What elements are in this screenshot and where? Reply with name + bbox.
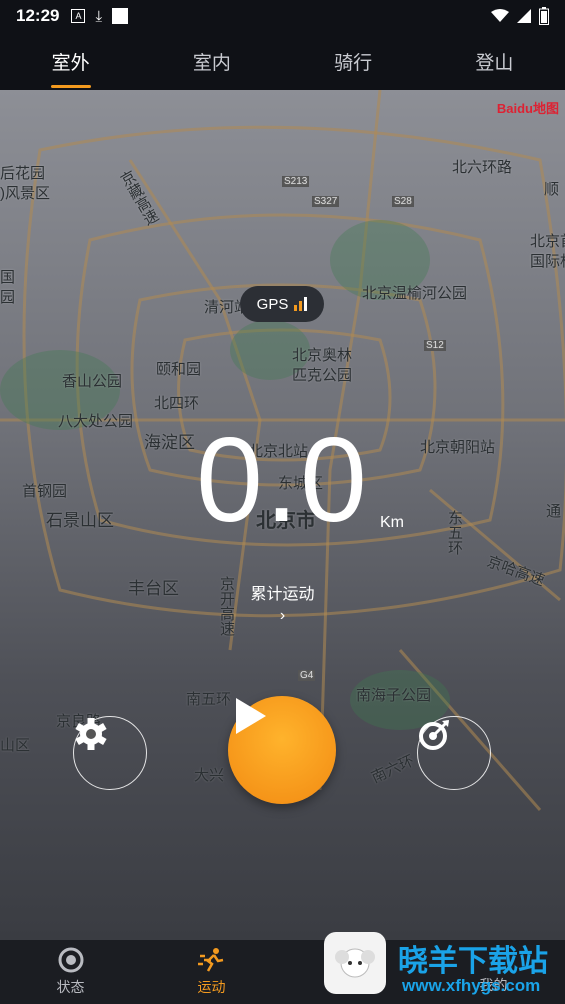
map-label: 北京首 xyxy=(530,233,565,250)
tab-label: 登山 xyxy=(475,52,514,74)
tab-active-indicator xyxy=(50,85,91,88)
nav-label: 状态 xyxy=(56,979,85,995)
status-notifications: A ⤓ xyxy=(71,7,129,25)
status-system-icons xyxy=(491,7,549,25)
watermark: 晓羊下载站 www.xfhygs.com xyxy=(324,930,565,1004)
baidu-map-logo: Baidu地图 xyxy=(496,101,559,116)
map-label: )风景区 xyxy=(0,185,50,202)
status-time: 12:29 xyxy=(16,6,60,25)
signal-icon xyxy=(517,9,531,23)
target-button[interactable] xyxy=(417,716,491,790)
map-label: 北四环 xyxy=(154,395,200,412)
gps-label: GPS xyxy=(256,295,289,313)
watermark-url: www.xfhygs.com xyxy=(402,976,541,995)
nav-sport[interactable]: 运动 xyxy=(141,940,282,1004)
map-label: S327 xyxy=(312,196,340,207)
notification-app-icon: A xyxy=(71,9,86,23)
tab-label: 室外 xyxy=(51,52,90,74)
status-icon xyxy=(58,947,83,973)
square-icon xyxy=(112,8,129,24)
map-label: 后花园 xyxy=(0,165,46,182)
map-label: 大兴 xyxy=(194,767,225,784)
running-icon xyxy=(197,948,223,972)
tab-hiking[interactable]: 登山 xyxy=(424,32,565,90)
map-label: 匹克公园 xyxy=(292,367,353,384)
map-label: 南海子公园 xyxy=(356,687,432,704)
map-label: 国际机 xyxy=(530,253,565,270)
map-label: 顺 xyxy=(544,181,560,198)
map-label: 北京奥林 xyxy=(292,347,353,364)
map-label: 香山公园 xyxy=(62,373,123,390)
wifi-icon xyxy=(491,9,509,22)
gps-signal-icon xyxy=(294,297,308,311)
target-icon xyxy=(419,719,450,750)
gear-icon xyxy=(75,718,107,750)
map-view[interactable]: Baidu地图 后花园 )风景区 北六环路 顺 京藏高速 北京首 国际机 清河站… xyxy=(0,90,565,940)
tab-indoor[interactable]: 室内 xyxy=(141,32,282,90)
tab-cycling[interactable]: 骑行 xyxy=(283,32,424,90)
battery-icon xyxy=(539,7,549,25)
tab-label: 骑行 xyxy=(334,52,373,74)
gps-indicator: GPS xyxy=(240,286,324,322)
sport-type-tabs: 室外 室内 骑行 登山 xyxy=(0,32,565,90)
distance-value: 0.0 xyxy=(196,413,369,547)
download-icon: ⤓ xyxy=(95,7,103,25)
distance-unit: Km xyxy=(380,514,404,531)
tab-label: 室内 xyxy=(192,52,231,74)
status-bar: 12:29 A ⤓ xyxy=(0,0,565,32)
play-icon xyxy=(236,698,266,734)
settings-button[interactable] xyxy=(73,716,147,790)
tab-outdoor[interactable]: 室外 xyxy=(0,32,141,90)
nav-label: 运动 xyxy=(197,979,226,995)
sheep-logo-icon xyxy=(324,932,386,994)
map-label: 北京温榆河公园 xyxy=(362,285,468,302)
map-label: G4 xyxy=(298,670,316,681)
map-label: 北六环路 xyxy=(452,159,513,176)
watermark-title: 晓羊下载站 xyxy=(398,945,548,978)
map-label: S213 xyxy=(282,176,310,187)
start-button[interactable] xyxy=(228,696,336,804)
chevron-right-icon[interactable]: › xyxy=(0,607,565,625)
map-label: 南五环 xyxy=(186,691,232,708)
map-label: S12 xyxy=(424,340,446,351)
map-label: 园 xyxy=(0,289,16,306)
nav-status[interactable]: 状态 xyxy=(0,940,141,1004)
map-label: 国 xyxy=(0,269,16,286)
map-label: S28 xyxy=(392,196,414,207)
map-label: 颐和园 xyxy=(156,361,202,378)
map-label: 山区 xyxy=(0,737,31,754)
cumulative-sport-link[interactable]: 累计运动 xyxy=(0,580,565,604)
